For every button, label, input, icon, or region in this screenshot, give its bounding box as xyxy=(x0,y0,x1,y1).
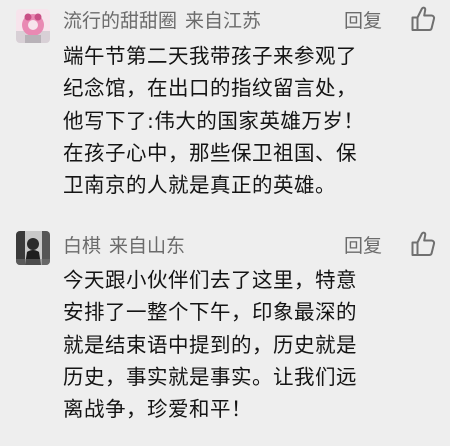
comment-line: 纪念馆，在出口的指纹留言处， xyxy=(63,76,357,101)
comment-line: 就是结束语中提到的，历史就是 xyxy=(63,332,357,357)
comment-line: 在孩子心中，那些保卫祖国、保 xyxy=(63,140,357,165)
thumbs-up-icon xyxy=(411,6,436,31)
comment-line: 历史，事实就是事实。让我们远 xyxy=(63,364,357,389)
thumbs-up-icon xyxy=(411,231,436,256)
comment-body: 端午节第二天我带孩子来参观了 纪念馆，在出口的指纹留言处， 他写下了:伟大的国家… xyxy=(63,40,441,201)
user-avatar[interactable] xyxy=(16,9,50,43)
reply-button[interactable]: 回复 xyxy=(344,8,382,34)
comment-line: 今天跟小伙伴们去了这里，特意 xyxy=(63,268,357,292)
comment-item: 白棋 来自山东 回复 今天跟小伙伴们去了这里，特意 安排了一整个下午，印象最深的 … xyxy=(0,228,450,446)
location-label: 来自江苏 xyxy=(185,10,262,32)
comment-item: 流行的甜甜圈 来自江苏 回复 端午节第二天我带孩子来参观了 纪念馆，在出口的指纹留… xyxy=(0,0,450,228)
like-button[interactable] xyxy=(410,5,436,33)
comment-line: 卫南京的人就是真正的英雄。 xyxy=(63,173,336,198)
avatar-image xyxy=(16,9,50,43)
username[interactable]: 白棋 xyxy=(63,235,101,257)
avatar-image xyxy=(16,231,50,265)
comment-line: 他写下了:伟大的国家英雄万岁！ xyxy=(63,108,365,133)
comment-meta: 流行的甜甜圈 来自江苏 xyxy=(63,8,261,34)
like-button[interactable] xyxy=(410,230,436,258)
location-label: 来自山东 xyxy=(109,235,186,257)
comment-meta: 白棋 来自山东 xyxy=(63,233,185,259)
reply-button[interactable]: 回复 xyxy=(344,233,382,259)
comment-line: 安排了一整个下午，印象最深的 xyxy=(63,300,357,325)
user-avatar[interactable] xyxy=(16,231,50,265)
comment-body: 今天跟小伙伴们去了这里，特意 安排了一整个下午，印象最深的 就是结束语中提到的，… xyxy=(63,264,441,425)
username[interactable]: 流行的甜甜圈 xyxy=(63,10,177,32)
comment-line: 离战争，珍爱和平！ xyxy=(63,397,252,422)
comment-line: 端午节第二天我带孩子来参观了 xyxy=(63,44,357,68)
